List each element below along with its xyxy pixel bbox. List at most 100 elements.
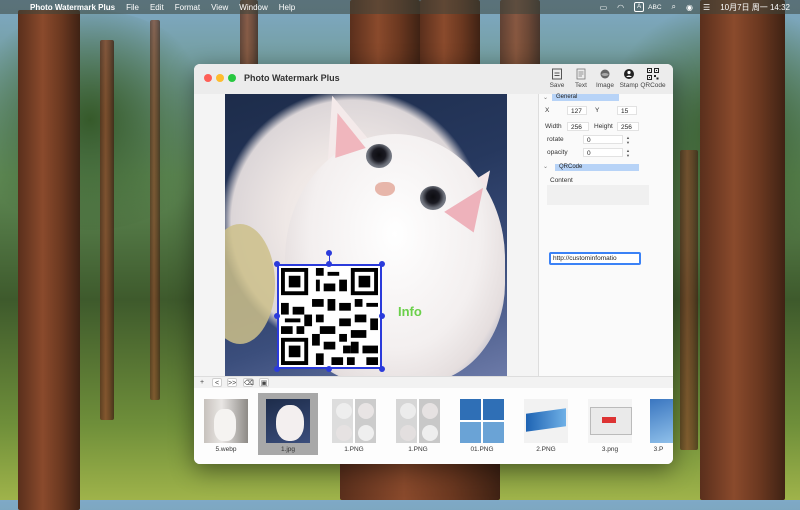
qrcode-label: QRCode — [640, 82, 666, 89]
inspector-panel: ⌄ General X 127 Y 15 Width 256 Height 25… — [538, 94, 673, 376]
qrcode-content-input[interactable]: http://custominfomatio — [549, 252, 641, 265]
thumbnail-image — [396, 399, 440, 443]
image-label: Image — [595, 82, 615, 89]
cat-eye-right — [420, 186, 446, 210]
info-text-watermark[interactable]: Info — [398, 304, 422, 319]
resize-handle-bottom-right[interactable] — [379, 366, 385, 372]
thumbnail-image — [332, 399, 376, 443]
text-button[interactable]: Text — [569, 68, 593, 89]
input-source-icon[interactable]: A — [634, 2, 645, 12]
spotlight-icon[interactable]: ⌕ — [672, 2, 676, 12]
opacity-field[interactable]: 0 — [583, 148, 623, 157]
stamp-button[interactable]: Stamp — [617, 68, 641, 89]
close-button[interactable] — [204, 74, 212, 82]
menu-bar: Photo Watermark Plus File Edit Format Vi… — [0, 0, 800, 14]
rotate-label: rotate — [547, 136, 564, 143]
text-label: Text — [575, 82, 587, 89]
zoom-button[interactable] — [228, 74, 236, 82]
thumbnail-caption: 01.PNG — [470, 446, 494, 453]
height-label: Height — [594, 123, 613, 130]
control-center-icon[interactable]: ☰ — [703, 3, 710, 12]
thumbnail-item[interactable]: 1.PNG — [388, 393, 448, 455]
resize-handle-top-left[interactable] — [274, 261, 280, 267]
input-source-label[interactable]: ABC — [648, 4, 661, 11]
x-label: X — [545, 107, 550, 114]
battery-icon[interactable]: ▭ — [600, 3, 608, 12]
qrcode-icon — [647, 68, 659, 80]
menu-app-name[interactable]: Photo Watermark Plus — [30, 3, 115, 12]
menu-format[interactable]: Format — [175, 3, 200, 12]
x-field[interactable]: 127 — [567, 106, 587, 115]
thumbnail-image — [650, 399, 673, 443]
thumbnail-strip: 5.webp 1.jpg 1.PNG 1.PNG 01.PNG 2.PNG 3.… — [194, 388, 673, 464]
add-image-button[interactable]: + — [197, 378, 207, 387]
siri-icon[interactable]: ◉ — [686, 3, 693, 12]
general-chevron-icon[interactable]: ⌄ — [543, 94, 548, 101]
toolbar: Save Text Image Stamp QRCode — [545, 68, 666, 89]
rotate-stepper[interactable]: ▲ ▼ — [625, 135, 631, 145]
photo-background-object — [225, 224, 275, 344]
thumbnail-caption: 1.PNG — [408, 446, 428, 453]
opacity-label: opacity — [547, 149, 568, 156]
resize-handle-bottom-left[interactable] — [274, 366, 280, 372]
wifi-icon[interactable]: ◠ — [617, 3, 624, 12]
menu-window[interactable]: Window — [239, 3, 267, 12]
thumbnail-item[interactable]: 1.PNG — [324, 393, 384, 455]
thumbnail-caption: 1.PNG — [344, 446, 364, 453]
thumbnail-item-selected[interactable]: 1.jpg — [258, 393, 318, 455]
thumbnail-image — [204, 399, 248, 443]
window-title: Photo Watermark Plus — [244, 73, 340, 83]
resize-handle-bottom[interactable] — [326, 366, 332, 372]
delete-button[interactable]: ⌫ — [243, 378, 254, 387]
rotate-handle-line — [329, 255, 330, 263]
content-label: Content — [550, 177, 573, 184]
minimize-button[interactable] — [216, 74, 224, 82]
qrcode-watermark[interactable] — [277, 264, 382, 369]
qrcode-section-header[interactable]: QRCode — [555, 164, 639, 171]
editing-photo[interactable]: Info — [225, 94, 507, 376]
width-label: Width — [545, 123, 562, 130]
thumbnail-caption: 5.webp — [215, 446, 237, 453]
thumbnail-item[interactable]: 5.webp — [196, 393, 256, 455]
thumbnail-item[interactable]: 3.P — [644, 393, 673, 455]
qrcode-pattern-icon — [281, 268, 378, 365]
menu-file[interactable]: File — [126, 3, 139, 12]
resize-handle-top-right[interactable] — [379, 261, 385, 267]
height-field[interactable]: 256 — [617, 122, 639, 131]
qrcode-button[interactable]: QRCode — [640, 68, 666, 89]
image-button[interactable]: Image — [593, 68, 617, 89]
save-icon — [552, 68, 562, 80]
next-button[interactable]: >> — [227, 378, 237, 387]
menu-help[interactable]: Help — [279, 3, 295, 12]
stamp-icon — [624, 69, 634, 79]
app-window: Photo Watermark Plus Save Text Image Sta… — [194, 64, 673, 464]
menu-view[interactable]: View — [211, 3, 228, 12]
thumbnail-caption: 3.png — [601, 446, 619, 453]
qrcode-chevron-icon[interactable]: ⌄ — [543, 163, 548, 170]
resize-handle-right[interactable] — [379, 313, 385, 319]
width-field[interactable]: 256 — [567, 122, 589, 131]
cat-eye-left — [366, 144, 392, 168]
thumbnail-item[interactable]: 01.PNG — [452, 393, 512, 455]
canvas-area: Info — [194, 94, 538, 376]
text-icon — [576, 68, 586, 80]
thumbnail-caption: 1.jpg — [280, 446, 296, 453]
thumbnail-item[interactable]: 3.png — [580, 393, 640, 455]
save-button[interactable]: Save — [545, 68, 569, 89]
previous-button[interactable]: < — [212, 378, 222, 387]
thumbnail-image — [266, 399, 310, 443]
thumbnail-item[interactable]: 2.PNG — [516, 393, 576, 455]
thumbnail-image — [524, 399, 568, 443]
export-button[interactable]: ▣ — [259, 378, 269, 387]
opacity-stepper[interactable]: ▲ ▼ — [625, 148, 631, 158]
stamp-label: Stamp — [619, 82, 639, 89]
content-field-frame — [547, 185, 649, 205]
y-field[interactable]: 15 — [617, 106, 637, 115]
resize-handle-left[interactable] — [274, 313, 280, 319]
general-section-header[interactable]: General — [552, 94, 619, 101]
y-label: Y — [595, 107, 600, 114]
rotate-field[interactable]: 0 — [583, 135, 623, 144]
menu-edit[interactable]: Edit — [150, 3, 164, 12]
thumbnail-image — [460, 399, 504, 443]
clock[interactable]: 10月7日 周一 14:32 — [720, 2, 790, 13]
